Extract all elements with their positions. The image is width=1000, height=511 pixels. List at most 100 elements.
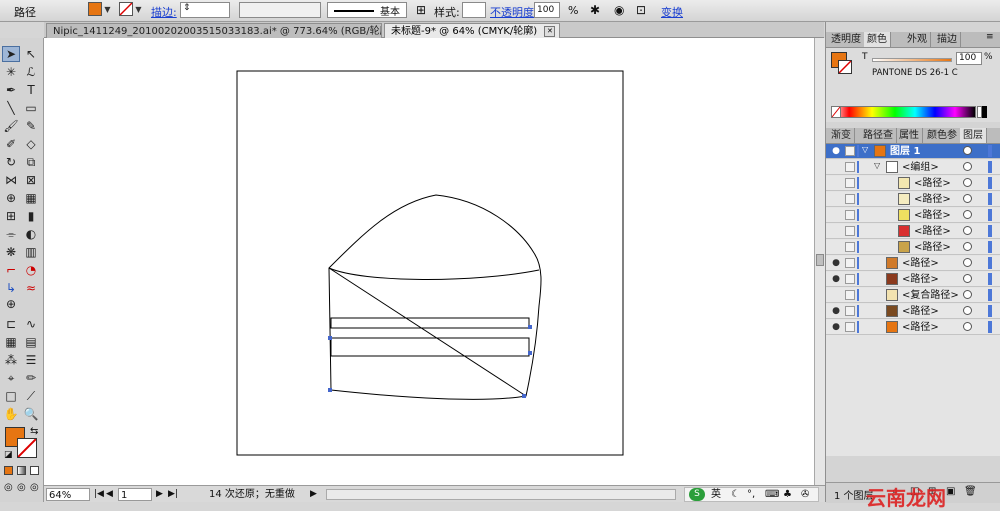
next-page-icon[interactable]: ▶ (156, 488, 163, 501)
selection-indicator[interactable] (988, 305, 992, 317)
lock-toggle[interactable] (845, 306, 855, 316)
stroke-swatch[interactable] (119, 2, 133, 16)
stroke-link[interactable]: 描边: (151, 4, 177, 20)
lock-toggle[interactable] (845, 226, 855, 236)
shape-builder-icon[interactable]: ⊕ (2, 190, 20, 206)
anchor-point[interactable] (528, 351, 532, 355)
stepper-icon[interactable]: ⇕ (183, 3, 191, 13)
vertical-scrollbar[interactable] (814, 38, 825, 485)
selection-indicator[interactable] (988, 289, 992, 301)
globe-icon[interactable]: ◉ (614, 3, 624, 17)
target-circle-icon[interactable] (963, 226, 972, 235)
layer-row[interactable]: ● <路径> (826, 304, 1000, 319)
symbol-tool-icon[interactable]: ⊕ (2, 296, 20, 312)
selection-indicator[interactable] (988, 241, 992, 253)
rotate-tool-icon[interactable]: ↻ (2, 154, 20, 170)
lock-toggle[interactable] (845, 274, 855, 284)
knife-icon[interactable]: ⟋ (22, 388, 40, 404)
target-circle-icon[interactable] (963, 258, 972, 267)
target-circle-icon[interactable] (963, 290, 972, 299)
line-tool-icon[interactable]: ╲ (2, 100, 20, 116)
visibility-eye-icon[interactable]: ● (831, 322, 841, 332)
align-icon[interactable]: ⊡ (636, 3, 646, 17)
zoom-field[interactable]: 64% (46, 488, 90, 501)
default-colors-icon[interactable]: ◪ (4, 450, 13, 460)
visibility-eye-icon[interactable] (831, 210, 841, 220)
prev-page-icon[interactable]: ◀ (106, 488, 113, 501)
visibility-eye-icon[interactable] (831, 290, 841, 300)
rectangle-tool-icon[interactable]: ▭ (22, 100, 40, 116)
measure-icon[interactable]: ✏ (22, 370, 40, 386)
tab-untitled-9[interactable]: 未标题-9* @ 64% (CMYK/轮廓) ✕ (384, 23, 560, 38)
spectrum-none[interactable] (831, 106, 841, 118)
visibility-eye-icon[interactable] (831, 178, 841, 188)
lock-toggle[interactable] (845, 178, 855, 188)
type-tool-icon[interactable]: T (22, 82, 40, 98)
selection-indicator[interactable] (988, 321, 992, 333)
shirt-icon[interactable]: ♣ (783, 488, 792, 501)
target-circle-icon[interactable] (963, 322, 972, 331)
layer-row[interactable]: ● <路径> (826, 272, 1000, 287)
lock-toggle[interactable] (845, 146, 855, 156)
last-page-icon[interactable]: ▶| (168, 488, 178, 501)
tab-gradient[interactable]: 渐变 (828, 128, 855, 143)
pen-tool-icon[interactable]: ✒ (2, 82, 20, 98)
mesh-tool-icon[interactable]: ⊞ (2, 208, 20, 224)
none-mode-icon[interactable] (30, 466, 39, 475)
recolor-icon[interactable]: ✱ (590, 3, 600, 17)
punctuation-icon[interactable]: °, (747, 488, 755, 501)
visibility-eye-icon[interactable] (831, 242, 841, 252)
selection-indicator[interactable] (988, 209, 992, 221)
paintbrush-icon[interactable]: 🖌 (2, 118, 20, 134)
chevron-down-icon[interactable]: ▼ (103, 2, 112, 18)
layer-row[interactable]: <复合路径> (826, 288, 1000, 303)
target-circle-icon[interactable] (963, 306, 972, 315)
color-spectrum[interactable] (831, 106, 976, 118)
canvas[interactable] (44, 38, 814, 485)
slice-select-icon[interactable]: ⊏ (2, 316, 20, 332)
layer-row[interactable]: ● <路径> (826, 320, 1000, 335)
new-sublayer-icon[interactable]: ⊞ (928, 486, 936, 497)
draw-normal-icon[interactable]: ◎ (4, 482, 13, 493)
tab-color[interactable]: 颜色 (864, 32, 891, 47)
artboard-tool-icon[interactable]: ⌐ (2, 262, 20, 278)
lock-toggle[interactable] (845, 194, 855, 204)
delete-layer-icon[interactable]: 🗑 (964, 486, 977, 497)
bar-graph-icon[interactable]: ☰ (22, 352, 40, 368)
keyboard-icon[interactable]: ⌨ (765, 488, 779, 501)
eraser-icon[interactable]: ◇ (22, 136, 40, 152)
width-tool-icon[interactable]: ⋈ (2, 172, 20, 188)
color-mode-icon[interactable] (4, 466, 13, 475)
pencil-icon[interactable]: ✎ (22, 118, 40, 134)
layer-row[interactable]: ● <路径> (826, 256, 1000, 271)
anchor-point[interactable] (328, 388, 332, 392)
tint-slider[interactable] (872, 58, 952, 62)
target-circle-icon[interactable] (963, 178, 972, 187)
brush-definition-dropdown[interactable]: 基本 (327, 2, 407, 18)
draw-behind-icon[interactable]: ◎ (17, 482, 26, 493)
ime-language[interactable]: 英 (711, 488, 721, 501)
tab-color-guide[interactable]: 颜色参 (924, 128, 961, 143)
tab-pathfinder[interactable]: 路径查 (860, 128, 897, 143)
eyedropper-2-icon[interactable]: ⌖ (2, 370, 20, 386)
new-layer-icon[interactable]: ▣ (946, 486, 955, 497)
fill-swatch[interactable] (88, 2, 102, 16)
moon-icon[interactable]: ☾ (731, 488, 740, 501)
gradient-tool-icon[interactable]: ▮ (22, 208, 40, 224)
magic-wand-icon[interactable]: ✳ (2, 64, 20, 80)
selection-indicator[interactable] (988, 145, 992, 157)
anchor-point[interactable] (328, 336, 332, 340)
lock-toggle[interactable] (845, 322, 855, 332)
locate-object-icon[interactable]: ⌕ (892, 486, 898, 497)
eyedropper-icon[interactable]: ⌯ (2, 226, 20, 242)
layer-row[interactable]: <路径> (826, 208, 1000, 223)
opacity-input[interactable]: 100 (534, 2, 560, 18)
selection-indicator[interactable] (988, 177, 992, 189)
expand-triangle-icon[interactable]: ▽ (874, 161, 880, 170)
anchor-point[interactable] (528, 325, 532, 329)
visibility-eye-icon[interactable] (831, 226, 841, 236)
tab-stroke[interactable]: 描边 (934, 32, 961, 47)
target-circle-icon[interactable] (963, 194, 972, 203)
tab-transparency[interactable]: 透明度 (828, 32, 865, 47)
selection-indicator[interactable] (988, 273, 992, 285)
